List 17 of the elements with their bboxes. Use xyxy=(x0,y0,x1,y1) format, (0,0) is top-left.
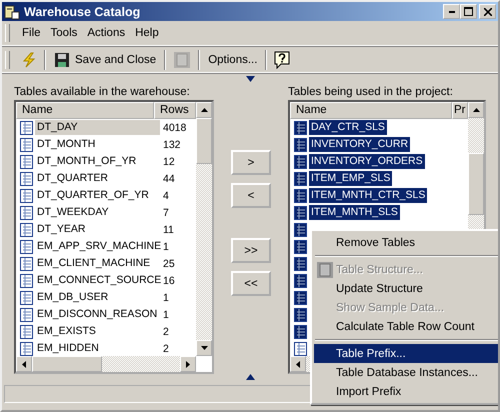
row-count: 2 xyxy=(162,342,169,354)
row-count: 4 xyxy=(162,190,169,202)
window-title: Warehouse Catalog xyxy=(24,4,142,18)
row-count: 1 xyxy=(162,240,169,252)
row-count: 4018 xyxy=(162,122,186,134)
row-count: 1 xyxy=(162,292,169,304)
row-count: 44 xyxy=(162,172,175,184)
row-count: 132 xyxy=(162,138,181,150)
row-count: 25 xyxy=(162,258,175,270)
row-count: 12 xyxy=(162,156,175,168)
used-tables-label: Tables being used in the project: xyxy=(288,86,454,98)
row-count: 2 xyxy=(162,326,169,338)
available-tables-label: Tables available in the warehouse: xyxy=(14,86,191,98)
row-count: 11 xyxy=(162,224,174,236)
row-count: 16 xyxy=(162,274,175,286)
row-count: 1 xyxy=(162,308,169,320)
row-count: 7 xyxy=(162,206,169,218)
